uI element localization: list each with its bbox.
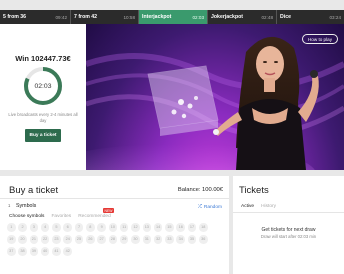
game-tab-name: Dice xyxy=(280,14,291,20)
game-tab-time: 02:48 xyxy=(261,14,274,20)
game-tab-time: 03:24 xyxy=(329,14,342,20)
random-button[interactable]: ⤮ Random xyxy=(198,204,222,210)
number-ball[interactable]: 35 xyxy=(187,235,197,244)
number-ball[interactable]: 1 xyxy=(7,223,16,232)
number-ball[interactable]: 28 xyxy=(108,235,118,244)
countdown-time: 02:03 xyxy=(34,82,52,90)
number-ball[interactable]: 11 xyxy=(119,223,129,232)
video-scene xyxy=(86,36,344,170)
number-ball[interactable]: 24 xyxy=(63,235,72,244)
number-ball[interactable]: 26 xyxy=(86,235,95,244)
number-ball[interactable]: 31 xyxy=(142,235,152,244)
symbols-section-title: Symbols xyxy=(16,203,37,209)
number-ball[interactable]: 14 xyxy=(153,223,163,232)
number-ball[interactable]: 40 xyxy=(40,247,50,256)
game-tab-name: 5 from 36 xyxy=(3,14,27,20)
number-ball[interactable]: 41 xyxy=(52,247,61,256)
number-ball[interactable]: 37 xyxy=(7,247,16,256)
number-ball[interactable]: 8 xyxy=(86,223,95,232)
number-ball[interactable]: 29 xyxy=(119,235,129,244)
number-ball[interactable]: 18 xyxy=(199,223,208,232)
number-ball[interactable]: 27 xyxy=(97,235,106,244)
balance-display: Balance: 100.00€ xyxy=(177,187,223,193)
game-tab-name: Interjackpot xyxy=(142,14,172,20)
number-ball[interactable]: 42 xyxy=(63,247,72,256)
number-ball[interactable]: 5 xyxy=(52,223,61,232)
number-ball[interactable]: 7 xyxy=(74,223,84,232)
tab-history[interactable]: History xyxy=(261,204,276,209)
number-ball[interactable]: 15 xyxy=(165,223,174,232)
number-ball[interactable]: 10 xyxy=(108,223,118,232)
game-tab-time: 02:03 xyxy=(192,14,205,20)
number-ball[interactable]: 21 xyxy=(29,235,39,244)
number-ball[interactable]: 9 xyxy=(97,223,106,232)
game-tab-name: 7 from 42 xyxy=(74,14,98,20)
tab-active[interactable]: Active xyxy=(241,204,254,209)
number-ball[interactable]: 34 xyxy=(176,235,185,244)
tickets-tabs: Active History xyxy=(241,204,276,209)
game-tab-dice[interactable]: Dice 03:24 xyxy=(277,10,344,24)
game-tab-time: 10:58 xyxy=(123,14,136,20)
number-ball[interactable]: 32 xyxy=(153,235,163,244)
number-ball[interactable]: 12 xyxy=(131,223,140,232)
game-tab-7-from-42[interactable]: 7 from 42 10:58 xyxy=(71,10,138,24)
win-amount: Win 102447.73€ xyxy=(15,54,71,63)
tickets-title: Tickets xyxy=(239,185,269,196)
game-tab-name: Jokerjackpot xyxy=(211,14,244,20)
how-to-play-button[interactable]: How to play xyxy=(301,34,338,44)
step-number: 1 xyxy=(8,203,11,208)
tab-favorites[interactable]: Favorites xyxy=(51,214,71,219)
tickets-panel: Tickets Active History Get tickets for n… xyxy=(233,176,344,274)
number-ball[interactable]: 16 xyxy=(176,223,185,232)
number-ball[interactable]: 39 xyxy=(29,247,39,256)
game-tabs-bar: 5 from 36 09:42 7 from 42 10:58 Interjac… xyxy=(0,10,344,24)
game-tab-5-from-36[interactable]: 5 from 36 09:42 xyxy=(0,10,70,24)
number-ball[interactable]: 23 xyxy=(52,235,61,244)
number-ball[interactable]: 2 xyxy=(18,223,27,232)
tickets-empty-title: Get tickets for next draw xyxy=(261,227,316,233)
symbol-tabs: Choose symbols Favorites Recommended xyxy=(9,214,111,219)
divider xyxy=(0,198,229,199)
new-badge: NEW xyxy=(103,208,114,213)
broadcast-info: Live broadcasts every 2-4 minutes all da… xyxy=(8,112,78,123)
number-ball[interactable]: 25 xyxy=(74,235,84,244)
shuffle-icon: ⤮ xyxy=(197,204,202,210)
number-ball[interactable]: 33 xyxy=(165,235,174,244)
divider xyxy=(233,212,344,213)
game-tab-jokerjackpot[interactable]: Jokerjackpot 02:48 xyxy=(208,10,276,24)
number-ball[interactable]: 22 xyxy=(40,235,50,244)
number-ball[interactable]: 13 xyxy=(142,223,152,232)
buy-ticket-button[interactable]: Buy a ticket xyxy=(25,129,61,142)
number-ball[interactable]: 6 xyxy=(63,223,72,232)
random-label: Random xyxy=(203,204,222,210)
game-tab-time: 09:42 xyxy=(55,14,68,20)
lottery-machine xyxy=(147,65,219,136)
tickets-empty-note: Draw will start after 02:03 min xyxy=(260,234,317,239)
number-ball[interactable]: 30 xyxy=(131,235,140,244)
number-ball[interactable]: 3 xyxy=(29,223,39,232)
live-video[interactable]: How to play xyxy=(86,24,344,170)
number-ball[interactable]: 38 xyxy=(18,247,27,256)
tab-choose-symbols[interactable]: Choose symbols xyxy=(9,214,44,219)
win-panel: Win 102447.73€ 02:03 Live broadcasts eve… xyxy=(0,24,86,170)
number-ball[interactable]: 19 xyxy=(7,235,16,244)
number-ball[interactable]: 20 xyxy=(18,235,27,244)
number-ball[interactable]: 4 xyxy=(40,223,50,232)
number-grid: 1 2 3 4 5 6 7 8 9 10 11 12 13 14 15 16 17 18 19 20 21 22 23 24 2… xyxy=(7,223,222,256)
number-ball[interactable]: 36 xyxy=(199,235,208,244)
number-ball[interactable]: 17 xyxy=(187,223,197,232)
buy-panel-title: Buy a ticket xyxy=(9,185,59,196)
tab-recommended[interactable]: Recommended xyxy=(78,214,111,219)
game-tab-interjackpot[interactable]: Interjackpot 02:03 xyxy=(139,10,207,24)
buy-ticket-panel: Buy a ticket Balance: 100.00€ 1 Symbols … xyxy=(0,176,229,274)
